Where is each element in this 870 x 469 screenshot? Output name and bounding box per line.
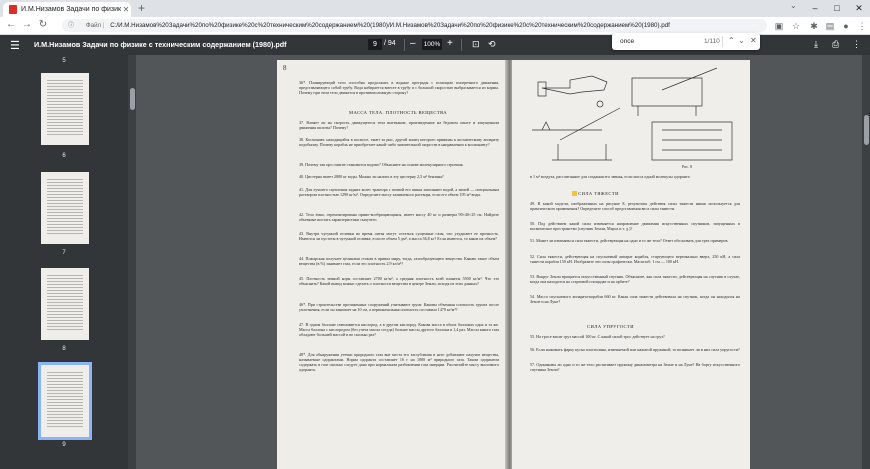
find-input[interactable]: once <box>620 38 634 45</box>
thumbnail-sidebar: 5 6 7 8 9 <box>0 55 128 469</box>
zoom-out-icon[interactable]: – <box>410 38 416 49</box>
paragraph: 42. Тело ёмко, отремонтирована прямо-воо… <box>299 212 499 223</box>
paragraph: 47. В одном баллоне смешивается кислород… <box>299 322 499 338</box>
page-number: 8 <box>283 64 287 72</box>
menu-dots-icon[interactable]: ⋮ <box>856 20 868 32</box>
paragraph: 44. Пожарская получает целиками стоком в… <box>299 256 499 267</box>
forward-icon[interactable]: → <box>20 18 34 32</box>
viewer-scrollbar-thumb[interactable] <box>864 115 869 145</box>
thumbnail-label: 5 <box>62 58 66 64</box>
paragraph: 55. На тросе висит груз массой 100 кг. С… <box>530 334 665 339</box>
minimize-icon[interactable]: – <box>804 0 826 17</box>
profile-icon[interactable]: ● <box>840 20 852 32</box>
find-bar: once 1/110 ⌃ ⌄ ✕ <box>612 33 760 50</box>
paragraph: 43. Внутри чугунной отливки во время лит… <box>299 231 499 242</box>
section-heading: СИЛА ТЯЖЕСТИ <box>572 191 619 196</box>
reload-icon[interactable]: ↻ <box>36 18 50 32</box>
scheme-label: Файл <box>85 22 102 29</box>
find-close-icon[interactable]: ✕ <box>750 36 757 45</box>
maximize-icon[interactable]: □ <box>826 0 848 17</box>
paragraph: 50. Под действием какой силы изменяется … <box>530 221 740 232</box>
paragraph: 40. Цистерна имеет 2800 кг воды. Можно л… <box>299 174 444 179</box>
info-icon[interactable]: ⓘ <box>68 22 74 29</box>
page-spread: 8 36*. Планирующий тело способно продолж… <box>277 60 750 469</box>
paragraph: 51. Может ли изменяться сила тяжести, де… <box>530 238 729 243</box>
document-viewer[interactable]: 8 36*. Планирующий тело способно продолж… <box>137 55 870 469</box>
tab-title: И.М.Низамов Задачи по физике с <box>21 6 121 13</box>
paragraph: 36*. Планирующий тело способно продолжат… <box>299 80 499 96</box>
section-heading: СИЛА УПРУГОСТИ <box>587 324 634 329</box>
more-options-icon[interactable]: ⋮ <box>852 39 861 50</box>
sidebar-scrollbar[interactable] <box>128 55 136 469</box>
bookmark-star-icon[interactable]: ☆ <box>790 20 802 32</box>
page-number-input[interactable]: 9 <box>368 39 382 50</box>
paragraph: в 1 м³ воздуха, рассчитанное для создани… <box>530 174 690 179</box>
close-icon[interactable]: ✕ <box>121 5 131 14</box>
fit-page-icon[interactable]: ⊡ <box>472 39 480 50</box>
paragraph: 41. Для лучшего сцепления задних колес т… <box>299 187 499 198</box>
divider <box>461 39 462 51</box>
find-prev-icon[interactable]: ⌃ <box>728 36 735 45</box>
sidebar-scrollbar-thumb[interactable] <box>130 88 135 110</box>
paragraph: 45. Плотность земной коры составляет 270… <box>299 276 499 287</box>
divider <box>722 36 723 47</box>
thumbnail-label: 9 <box>62 442 66 448</box>
extensions-icon[interactable]: ✱ <box>808 20 820 32</box>
zoom-in-icon[interactable]: + <box>447 38 453 49</box>
find-count: 1/110 <box>704 38 720 45</box>
tab-search-icon[interactable]: ⌄ <box>790 1 797 10</box>
print-icon[interactable]: ⎙ <box>832 39 839 50</box>
rotate-icon[interactable]: ⟲ <box>488 39 496 50</box>
pdf-file-icon <box>9 5 17 14</box>
paragraph: 49. В какой модели, изображенных на рису… <box>530 201 740 212</box>
figure-caption: Рис. 8 <box>682 164 693 169</box>
thumbnail-label: 6 <box>62 153 66 159</box>
download-icon[interactable]: ⤓ <box>814 39 818 50</box>
menu-icon[interactable]: ☰ <box>10 39 20 52</box>
paragraph: 46*. При строительстве протяженных соору… <box>299 302 499 313</box>
tab-pdf[interactable]: И.М.Низамов Задачи по физике с ✕ <box>3 2 131 17</box>
share-icon[interactable]: ▣ <box>773 20 785 32</box>
right-page: Рис. 8 в 1 м³ воздуха, рассчитанное для … <box>512 60 750 469</box>
thumbnail-label: 7 <box>62 250 66 256</box>
left-page: 8 36*. Планирующий тело способно продолж… <box>277 60 507 469</box>
divider <box>404 39 405 51</box>
url-text: C:/И.М.Низамов%20Задачи%20по%20физике%20… <box>110 22 670 29</box>
thumbnail-page-selected[interactable] <box>38 362 92 440</box>
thumbnail-page[interactable] <box>41 73 89 145</box>
section-heading: МАССА ТЕЛА. ПЛОТНОСТЬ ВЕЩЕСТВА <box>349 110 447 115</box>
paragraph: 39. Почему так про смятие становится вод… <box>299 162 464 167</box>
paragraph: 53. Вокруг Земли вращается искусственный… <box>530 274 740 285</box>
paragraph: 52. Сила тяжести, действующая на спускае… <box>530 254 740 265</box>
paragraph: 56. Если нажимать фарку куска пластилина… <box>530 347 740 352</box>
tab-strip: И.М.Низамов Задачи по физике с ✕ + ⌄ – □… <box>0 0 870 17</box>
paragraph: 54. Масса спускаемого аппарата-корабля 6… <box>530 294 740 305</box>
figure-8-illustration <box>532 67 733 161</box>
thumbnail-page[interactable] <box>41 268 89 340</box>
thumbnail-page[interactable] <box>41 172 89 244</box>
page-total: / 94 <box>384 40 396 47</box>
paragraph: 37. Влияет ли на скорость движущегося те… <box>299 120 499 131</box>
address-bar[interactable]: ⓘ Файл | C:/И.М.Низамов%20Задачи%20по%20… <box>62 19 767 32</box>
thumbnail-label: 8 <box>62 346 66 352</box>
search-highlight <box>572 191 577 196</box>
sidebar-panel-icon[interactable]: ▤ <box>824 20 836 32</box>
find-next-icon[interactable]: ⌄ <box>738 36 745 45</box>
back-icon[interactable]: ← <box>4 18 18 32</box>
document-title: И.М.Низамов Задачи по физике с техническ… <box>34 40 287 49</box>
zoom-input[interactable]: 100% <box>422 39 442 50</box>
paragraph: 57. Одинаковы ли одно и то же тело растя… <box>530 362 740 373</box>
new-tab-icon[interactable]: + <box>138 1 145 15</box>
paragraph: 38. Космонавт, находящийся в космосе, тя… <box>299 137 499 148</box>
paragraph: 48*. Для обнаружения утечки природного г… <box>299 352 499 373</box>
window-close-icon[interactable]: ✕ <box>848 0 870 17</box>
